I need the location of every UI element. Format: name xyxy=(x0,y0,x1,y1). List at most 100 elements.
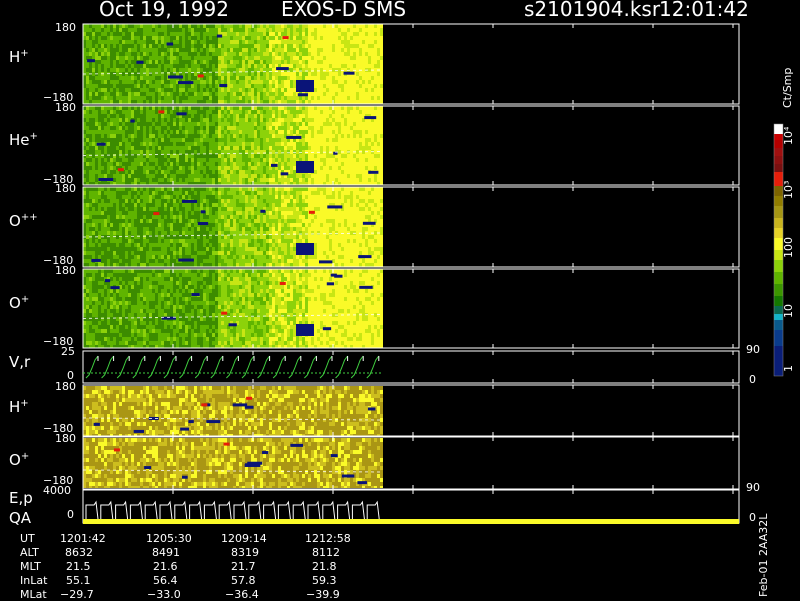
spectrogram-0-cell xyxy=(197,88,200,92)
spectrogram-0-cell xyxy=(359,64,362,68)
spectrogram-1-cell xyxy=(107,170,110,174)
spectrogram-2-cell xyxy=(155,219,158,223)
spectrogram-1-cell xyxy=(140,126,143,130)
spectrogram-2-cell xyxy=(119,203,122,207)
spectrogram-1-cell xyxy=(260,130,263,134)
spectrogram-2-cell xyxy=(98,203,101,207)
spectrogram-0-cell xyxy=(350,28,353,32)
spectrogram-0-cell xyxy=(260,64,263,68)
spectrogram-1-cell xyxy=(182,118,185,122)
spectrogram-1-cell xyxy=(266,174,269,178)
spectrogram-1-cell xyxy=(218,158,221,162)
spectrogram-2-cell xyxy=(137,199,140,203)
spectrogram-1-cell xyxy=(380,162,383,166)
spectrogram-1-cell xyxy=(230,174,233,178)
spectrogram-1-cell xyxy=(374,162,377,166)
spectrogram-1-cell xyxy=(122,122,125,126)
spectrogram-0-cell xyxy=(218,56,221,60)
spectrogram-2-cell xyxy=(143,199,146,203)
spectrogram-1-cell xyxy=(122,142,125,146)
spectrogram-1-cell xyxy=(140,154,143,158)
spectrogram-0-cell xyxy=(368,56,371,60)
spectrogram-1-cell xyxy=(185,178,188,182)
spectrogram-0-cell xyxy=(140,96,143,100)
spectrogram-2-cell xyxy=(350,187,353,191)
spectrogram-1-cell xyxy=(287,154,290,158)
spectrogram-2-cell xyxy=(287,223,290,227)
spectrogram-1-cell xyxy=(155,174,158,178)
spectrogram-1-cell xyxy=(95,170,98,174)
spectrogram-1-cell xyxy=(200,142,203,146)
spectrogram-1-cell xyxy=(101,150,104,154)
spectrogram-0-cell xyxy=(113,76,116,80)
spectrogram-1-cell xyxy=(143,166,146,170)
spectrogram-2-cell xyxy=(287,195,290,199)
spectrogram-1-cell xyxy=(293,126,296,130)
spectrogram-0-cell xyxy=(101,68,104,72)
spectrogram-0-cell xyxy=(170,84,173,88)
spectrogram-0-cell xyxy=(143,44,146,48)
spectrogram-0-cell xyxy=(128,88,131,92)
spectrogram-0-cell xyxy=(329,76,332,80)
spectrogram-0-cell xyxy=(239,60,242,64)
spectrogram-1-cell xyxy=(269,114,272,118)
spectrogram-1-cell xyxy=(134,150,137,154)
spectrogram-0-cell xyxy=(329,96,332,100)
spectrogram-2-cell xyxy=(272,199,275,203)
spectrogram-0-cell xyxy=(332,52,335,56)
spectrogram-1-cell xyxy=(119,174,122,178)
spectrogram-1-cell xyxy=(200,118,203,122)
spectrogram-2-cell xyxy=(152,223,155,227)
spectrogram-0-cell xyxy=(95,96,98,100)
spectrogram-0-cell xyxy=(371,28,374,32)
spectrogram-1-cell xyxy=(143,122,146,126)
spectrogram-1-cell xyxy=(155,170,158,174)
spectrogram-1-cell xyxy=(104,146,107,150)
spectrogram-0-cell xyxy=(116,52,119,56)
spectrogram-1-cell xyxy=(137,150,140,154)
spectrogram-1-cell xyxy=(326,134,329,138)
spectrogram-0-cell xyxy=(236,100,239,104)
spectrogram-1-cell xyxy=(86,110,89,114)
spectrogram-1-cell xyxy=(350,106,353,110)
spectrogram-0-cell xyxy=(317,76,320,80)
spectrogram-0-cell xyxy=(92,24,95,28)
spectrogram-0-cell xyxy=(251,40,254,44)
spectrogram-1-cell xyxy=(143,138,146,142)
spectrogram-2-cell xyxy=(254,211,257,215)
spectrogram-2-cell xyxy=(278,203,281,207)
spectrogram-0-cell xyxy=(362,60,365,64)
spectrogram-1-cell xyxy=(224,106,227,110)
spectrogram-0-cell xyxy=(134,100,137,104)
spectrogram-1-cell xyxy=(197,158,200,162)
spectrogram-2-cell xyxy=(338,211,341,215)
spectrogram-2-cell xyxy=(149,223,152,227)
spectrogram-2-cell xyxy=(275,191,278,195)
spectrogram-1-cell xyxy=(323,134,326,138)
spectrogram-0-cell xyxy=(224,88,227,92)
spectrogram-1-cell xyxy=(308,106,311,110)
spectrogram-2-cell xyxy=(377,219,380,223)
spectrogram-1-cell xyxy=(263,118,266,122)
spectrogram-1-cell xyxy=(125,106,128,110)
spectrogram-0-cell xyxy=(107,80,110,84)
spectrogram-1-cell xyxy=(185,106,188,110)
spectrogram-1-cell xyxy=(275,142,278,146)
spectrogram-0-cell xyxy=(260,32,263,36)
spectrogram-0-cell xyxy=(122,68,125,72)
spectrogram-1-cell xyxy=(110,134,113,138)
spectrogram-0-cell xyxy=(377,44,380,48)
spectrogram-2-cell xyxy=(149,215,152,219)
spectrogram-1-cell xyxy=(86,118,89,122)
spectrogram-2-cell xyxy=(311,203,314,207)
spectrogram-0-cell xyxy=(380,92,383,96)
spectrogram-2-cell xyxy=(212,207,215,211)
spectrogram-0-cell xyxy=(233,72,236,76)
spectrogram-0-cell xyxy=(155,92,158,96)
spectrogram-0-cell xyxy=(128,40,131,44)
spectrogram-2-cell xyxy=(371,207,374,211)
spectrogram-1-cell xyxy=(176,146,179,150)
spectrogram-0-cell xyxy=(257,60,260,64)
spectrogram-2-cell xyxy=(122,215,125,219)
spectrogram-0-cell xyxy=(188,92,191,96)
